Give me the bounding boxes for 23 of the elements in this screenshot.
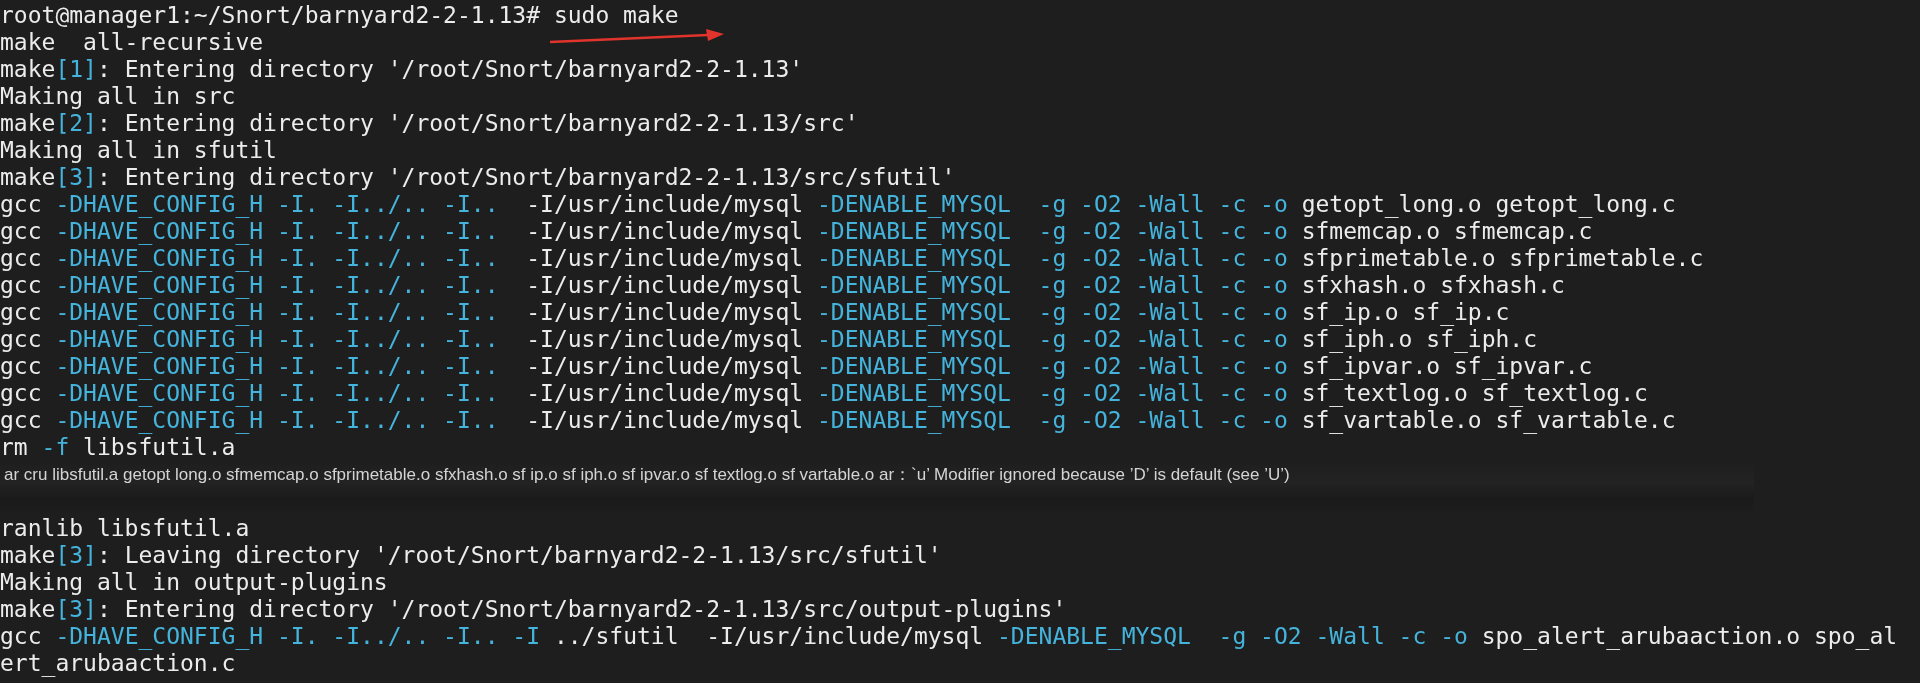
terminal-line: gcc -DHAVE_CONFIG_H -I. -I../.. -I.. -I/usr/include/mysql -DENABLE_MYSQL -g -O2 -Wall -c -o getopt_long.o getopt_long.c [0, 191, 1676, 218]
terminal-line: make[1]: Entering directory '/root/Snort/barnyard2-2-1.13' [0, 56, 804, 83]
terminal-line: rm -f libsfutil.a [0, 434, 236, 461]
terminal-line: gcc -DHAVE_CONFIG_H -I. -I../.. -I.. -I/usr/include/mysql -DENABLE_MYSQL -g -O2 -Wall -c -o sf_textlog.o sf_textlog.c [0, 380, 1648, 407]
terminal-line: Making all in src [0, 83, 236, 110]
terminal-line: ert_arubaaction.c [0, 650, 236, 677]
terminal-line: gcc -DHAVE_CONFIG_H -I. -I../.. -I.. -I/usr/include/mysql -DENABLE_MYSQL -g -O2 -Wall -c -o sfprimetable.o sfprimetable.c [0, 245, 1704, 272]
terminal-line: gcc -DHAVE_CONFIG_H -I. -I../.. -I.. -I/usr/include/mysql -DENABLE_MYSQL -g -O2 -Wall -c -o sfxhash.o sfxhash.c [0, 272, 1565, 299]
terminal-line: gcc -DHAVE_CONFIG_H -I. -I../.. -I.. -I/usr/include/mysql -DENABLE_MYSQL -g -O2 -Wall -c -o sf_vartable.o sf_vartable.c [0, 407, 1676, 434]
terminal-line: make[3]: Entering directory '/root/Snort/barnyard2-2-1.13/src/sfutil' [0, 164, 956, 191]
terminal-line: make[3]: Entering directory '/root/Snort/barnyard2-2-1.13/src/output-plugins' [0, 596, 1067, 623]
terminal-line: gcc -DHAVE_CONFIG_H -I. -I../.. -I.. -I/usr/include/mysql -DENABLE_MYSQL -g -O2 -Wall -c -o sf_ip.o sf_ip.c [0, 299, 1510, 326]
terminal-line: ranlib libsfutil.a [0, 515, 250, 542]
terminal-line: gcc -DHAVE_CONFIG_H -I. -I../.. -I.. -I ../sfutil -I/usr/include/mysql -DENABLE_MYSQL -g -O2 -Wall -c -o spo_alert_arubaaction.o spo_al [0, 623, 1898, 650]
terminal-line: gcc -DHAVE_CONFIG_H -I. -I../.. -I.. -I/usr/include/mysql -DENABLE_MYSQL -g -O2 -Wall -c -o sf_ipvar.o sf_ipvar.c [0, 353, 1593, 380]
terminal-line: Making all in sfutil [0, 137, 277, 164]
terminal-line: make[2]: Entering directory '/root/Snort/barnyard2-2-1.13/src' [0, 110, 859, 137]
terminal-line: make[3]: Leaving directory '/root/Snort/barnyard2-2-1.13/src/sfutil' [0, 542, 942, 569]
terminal-line: gcc -DHAVE_CONFIG_H -I. -I../.. -I.. -I/usr/include/mysql -DENABLE_MYSQL -g -O2 -Wall -c -o sf_iph.o sf_iph.c [0, 326, 1538, 353]
terminal-line: Making all in output-plugins [0, 569, 388, 596]
terminal-line: make all-recursive [0, 29, 264, 56]
terminal-line: root@manager1:~/Snort/barnyard2-2-1.13# sudo make [0, 2, 679, 29]
terminal-line: gcc -DHAVE_CONFIG_H -I. -I../.. -I.. -I/usr/include/mysql -DENABLE_MYSQL -g -O2 -Wall -c -o sfmemcap.o sfmemcap.c [0, 218, 1593, 245]
